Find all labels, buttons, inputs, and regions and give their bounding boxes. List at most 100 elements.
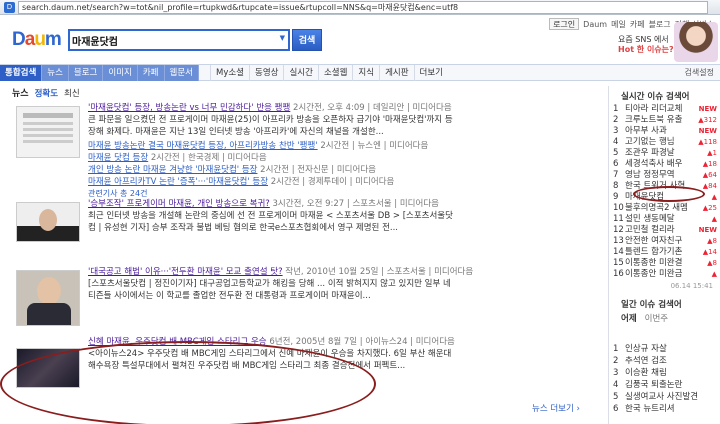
promo-banner[interactable]: 요즘 SNS 에서 Hot 한 이슈는? — [618, 22, 718, 62]
tab-board[interactable]: 게시판 — [379, 65, 413, 81]
rank-number: 3 — [613, 126, 619, 136]
news-title[interactable]: '마재윤닷컴' 등장, 방송논란 vs 너무 민감하다' 반응 팽팽 — [88, 103, 290, 113]
tab-cafe[interactable]: 카페 — [137, 65, 165, 81]
rank-keyword[interactable]: 한국 뉴트리셔 — [625, 404, 675, 414]
rank-keyword[interactable]: 세경석축사 배우 — [625, 159, 682, 169]
rank-number: 13 — [613, 236, 624, 246]
news-title[interactable]: '대국공고 해법' 이유···'전두환 마재윤' 모교 출연설 탓? — [88, 267, 283, 277]
search-input[interactable] — [72, 32, 262, 48]
sort-latest[interactable]: 최신 — [64, 87, 80, 99]
rank-number: 15 — [613, 258, 624, 268]
news-item: '승부조작' 프로게이머 마재윤, 개인 방송으로 복귀? 3시간전, 오전 9… — [12, 198, 597, 248]
tab-video[interactable]: 동영상 — [249, 65, 283, 81]
issue-rank-item[interactable]: 7 영남 정정무역 ▲64 — [613, 170, 717, 181]
rank-number: 4 — [613, 137, 619, 147]
issue-rank-item[interactable]: 15이통종한 미완결 ▲8 — [613, 258, 717, 269]
issue-rank-item[interactable]: 2 크루노트북 유출 ▲312 — [613, 115, 717, 126]
news-thumbnail[interactable] — [16, 270, 80, 326]
tab-social-web[interactable]: 소셜웹 — [317, 65, 352, 81]
news-thumbnail[interactable] — [16, 202, 80, 242]
issue-rank-item[interactable]: 4 고기없는 행님 ▲118 — [613, 137, 717, 148]
issue-rank-item[interactable]: 1 티아라 리더교체 NEW — [613, 104, 717, 115]
issue-rank-item[interactable]: 13안전한 여자친구 ▲8 — [613, 236, 717, 247]
rank-keyword[interactable]: 고기없는 행님 — [625, 137, 675, 147]
browser-address-bar: D search.daum.net/search?w=tot&nil_profi… — [0, 0, 720, 15]
rank-change-badge: ▲ — [711, 193, 717, 201]
tab-knowledge[interactable]: 지식 — [352, 65, 379, 81]
tab-my-social[interactable]: My소셜 — [210, 65, 249, 81]
search-settings-link[interactable]: 검색설정 — [685, 65, 714, 81]
rank-keyword[interactable]: 이통종안 미완금 — [625, 269, 682, 279]
rank-keyword[interactable]: 크루노트북 유출 — [625, 115, 682, 125]
util-link-cafe[interactable]: 카페 — [630, 19, 645, 30]
news-item: '대국공고 해법' 이유···'전두환 마재윤' 모교 출연설 탓? 작년, 2… — [12, 266, 597, 326]
rank-keyword[interactable]: 불후의명곡2 새멤 — [625, 203, 688, 213]
rank-number: 11 — [613, 214, 624, 224]
rank-keyword[interactable]: 추석연 검조 — [625, 356, 667, 366]
daily-issue-item[interactable]: 4 김풍국 퇴출논란 — [613, 380, 717, 391]
rank-keyword[interactable]: 고민철 컬리라 — [625, 225, 675, 235]
daily-issue-item[interactable]: 1 인상규 자살 — [613, 344, 717, 355]
tab-this-week[interactable]: 이번주 — [645, 312, 668, 324]
rank-keyword[interactable]: 안전한 여자친구 — [625, 236, 682, 246]
daily-issue-item[interactable]: 2 추석연 검조 — [613, 356, 717, 367]
issue-rank-item[interactable]: 5 조관우 파경날 ▲1 — [613, 148, 717, 159]
daily-issue-item[interactable]: 5 실생여교사 사진발견 — [613, 392, 717, 403]
rank-keyword[interactable]: 조관우 파경날 — [625, 148, 675, 158]
util-link-blog[interactable]: 블로그 — [649, 19, 671, 30]
issue-rank-item[interactable]: 3 아무부 사과 NEW — [613, 126, 717, 137]
issue-rank-item[interactable]: 6 세경석축사 배우 ▲18 — [613, 159, 717, 170]
tab-total-search[interactable]: 통합검색 — [0, 65, 43, 81]
rank-change-badge: ▲84 — [702, 182, 717, 190]
search-button[interactable]: 검색 — [292, 29, 322, 51]
rank-keyword[interactable]: 아무부 사과 — [625, 126, 667, 136]
related-news-title[interactable]: 마재윤 방송논란 결국 마재윤닷컴 등장, 아프리카방송 찬반 '팽팽' — [88, 141, 318, 151]
related-news-title[interactable]: 마재윤 닷컴 등장 — [88, 153, 148, 163]
tab-realtime[interactable]: 실시간 — [283, 65, 317, 81]
issue-rank-item[interactable]: 14틀렌드 합가기촌 ▲14 — [613, 247, 717, 258]
rank-keyword[interactable]: 이승환 채림 — [625, 368, 667, 378]
promo-image — [674, 22, 718, 62]
url-field[interactable]: search.daum.net/search?w=tot&nil_profile… — [18, 1, 708, 14]
rank-change-badge: ▲118 — [698, 138, 717, 146]
rank-keyword[interactable]: 설민 생동메달 — [625, 214, 675, 224]
tab-more[interactable]: 더보기 — [413, 65, 448, 81]
search-dropdown-icon[interactable]: ▼ — [280, 34, 285, 42]
daily-issue-item[interactable]: 6 한국 뉴트리셔 — [613, 404, 717, 415]
util-link-daum[interactable]: Daum — [583, 20, 607, 29]
daily-issue-item[interactable]: 3 이승환 채림 — [613, 368, 717, 379]
issue-updated-time: 06.14 15:41 — [670, 282, 713, 290]
tab-news[interactable]: 뉴스 — [42, 65, 69, 81]
rank-change-badge: ▲312 — [698, 116, 717, 124]
news-desc: 컴 | 유성현 기자] 승부 조작과 불법 베팅 혐의로 한국e스포츠협회에서 … — [88, 223, 399, 233]
daum-logo[interactable]: Daum — [12, 29, 62, 51]
rank-number: 14 — [613, 247, 624, 257]
util-link-mail[interactable]: 메일 — [611, 19, 626, 30]
rank-keyword[interactable]: 실생여교사 사진발견 — [625, 392, 698, 402]
rank-keyword[interactable]: 영남 정정무역 — [625, 170, 675, 180]
issue-rank-item[interactable]: 16이통종안 미완금 ▲ — [613, 269, 717, 280]
rank-change-badge: NEW — [698, 127, 717, 135]
rank-number: 6 — [613, 159, 619, 169]
news-thumbnail[interactable] — [16, 106, 80, 158]
rank-number: 6 — [613, 404, 619, 414]
rank-keyword[interactable]: 인상규 자살 — [625, 344, 667, 354]
tab-web[interactable]: 웹문서 — [164, 65, 199, 81]
tab-image[interactable]: 이미지 — [103, 65, 138, 81]
issue-rank-item[interactable]: 11설민 생동메달 ▲ — [613, 214, 717, 225]
issue-rank-item[interactable]: 12고민철 컬리라 NEW — [613, 225, 717, 236]
tab-blog[interactable]: 블로그 — [68, 65, 104, 81]
news-title[interactable]: '승부조작' 프로게이머 마재윤, 개인 방송으로 복귀? — [88, 199, 270, 209]
sort-accuracy[interactable]: 정확도 — [35, 87, 58, 99]
tab-yesterday[interactable]: 어제 — [621, 312, 637, 324]
rank-number: 8 — [613, 181, 619, 191]
related-news-title[interactable]: 개인 방송 논란 마재윤 겨냥한 '마재윤닷컴' 등장 — [88, 165, 257, 175]
issue-rank-item[interactable]: 10불후의명곡2 새멤 ▲25 — [613, 203, 717, 214]
rank-keyword[interactable]: 티아라 리더교체 — [625, 104, 682, 114]
login-button[interactable]: 로그인 — [549, 18, 580, 30]
related-news-title[interactable]: 마재윤 아프리카TV 논란 '증폭'···'마재윤닷컴' 등장 — [88, 177, 268, 187]
more-news-link[interactable]: 뉴스 더보기 › — [532, 402, 580, 414]
rank-keyword[interactable]: 틀렌드 합가기촌 — [625, 247, 682, 257]
rank-keyword[interactable]: 이통종한 미완결 — [625, 258, 682, 268]
rank-keyword[interactable]: 김풍국 퇴출논란 — [625, 380, 682, 390]
